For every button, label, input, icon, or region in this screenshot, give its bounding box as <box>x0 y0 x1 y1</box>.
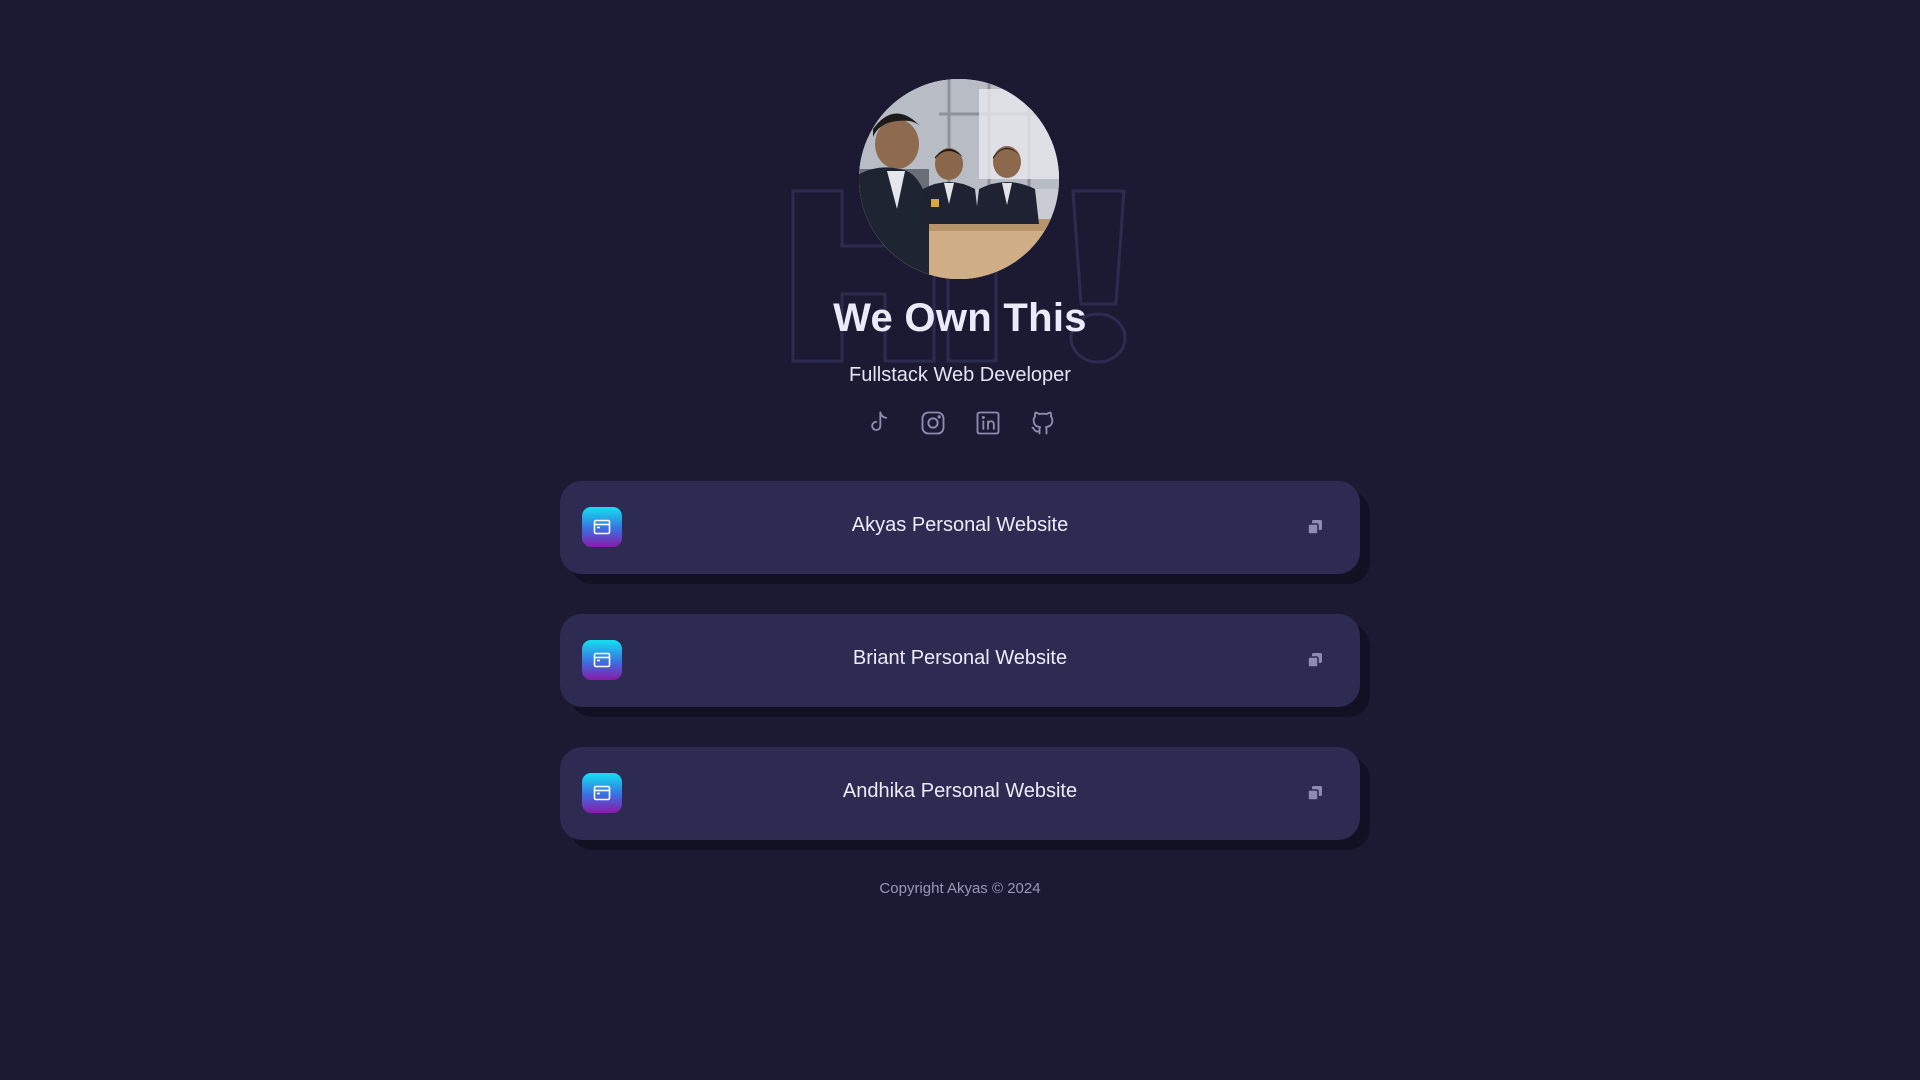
instagram-link[interactable] <box>918 408 948 438</box>
tiktok-link[interactable] <box>863 408 893 438</box>
linkedin-icon <box>976 411 999 435</box>
copy-icon[interactable] <box>1306 784 1324 802</box>
github-link[interactable] <box>1028 408 1058 438</box>
copy-icon[interactable] <box>1306 651 1324 669</box>
github-icon <box>1031 411 1053 435</box>
link-card-andhika[interactable]: Andhika Personal Website <box>560 747 1360 840</box>
link-list: Akyas Personal Website Briant Personal W… <box>560 481 1370 880</box>
profile-role: Fullstack Web Developer <box>849 364 1071 386</box>
tiktok-icon <box>870 411 887 431</box>
link-item: Andhika Personal Website <box>560 747 1370 850</box>
instagram-icon <box>921 411 944 435</box>
link-label: Briant Personal Website <box>852 647 1068 669</box>
profile-avatar <box>859 79 1059 279</box>
link-label: Akyas Personal Website <box>851 514 1069 536</box>
copy-icon[interactable] <box>1306 518 1324 536</box>
link-in-bio-page: We Own This Fullstack Web Developer Akya… <box>0 0 1920 1080</box>
profile-name: We Own This <box>833 296 1087 340</box>
link-label: Andhika Personal Website <box>842 780 1078 802</box>
social-links <box>0 408 1920 438</box>
link-item: Akyas Personal Website <box>560 481 1370 584</box>
link-card-briant[interactable]: Briant Personal Website <box>560 614 1360 707</box>
link-card-akyas[interactable]: Akyas Personal Website <box>560 481 1360 574</box>
footer-copyright: Copyright Akyas © 2024 <box>879 880 1041 897</box>
linkedin-link[interactable] <box>973 408 1003 438</box>
link-item: Briant Personal Website <box>560 614 1370 717</box>
